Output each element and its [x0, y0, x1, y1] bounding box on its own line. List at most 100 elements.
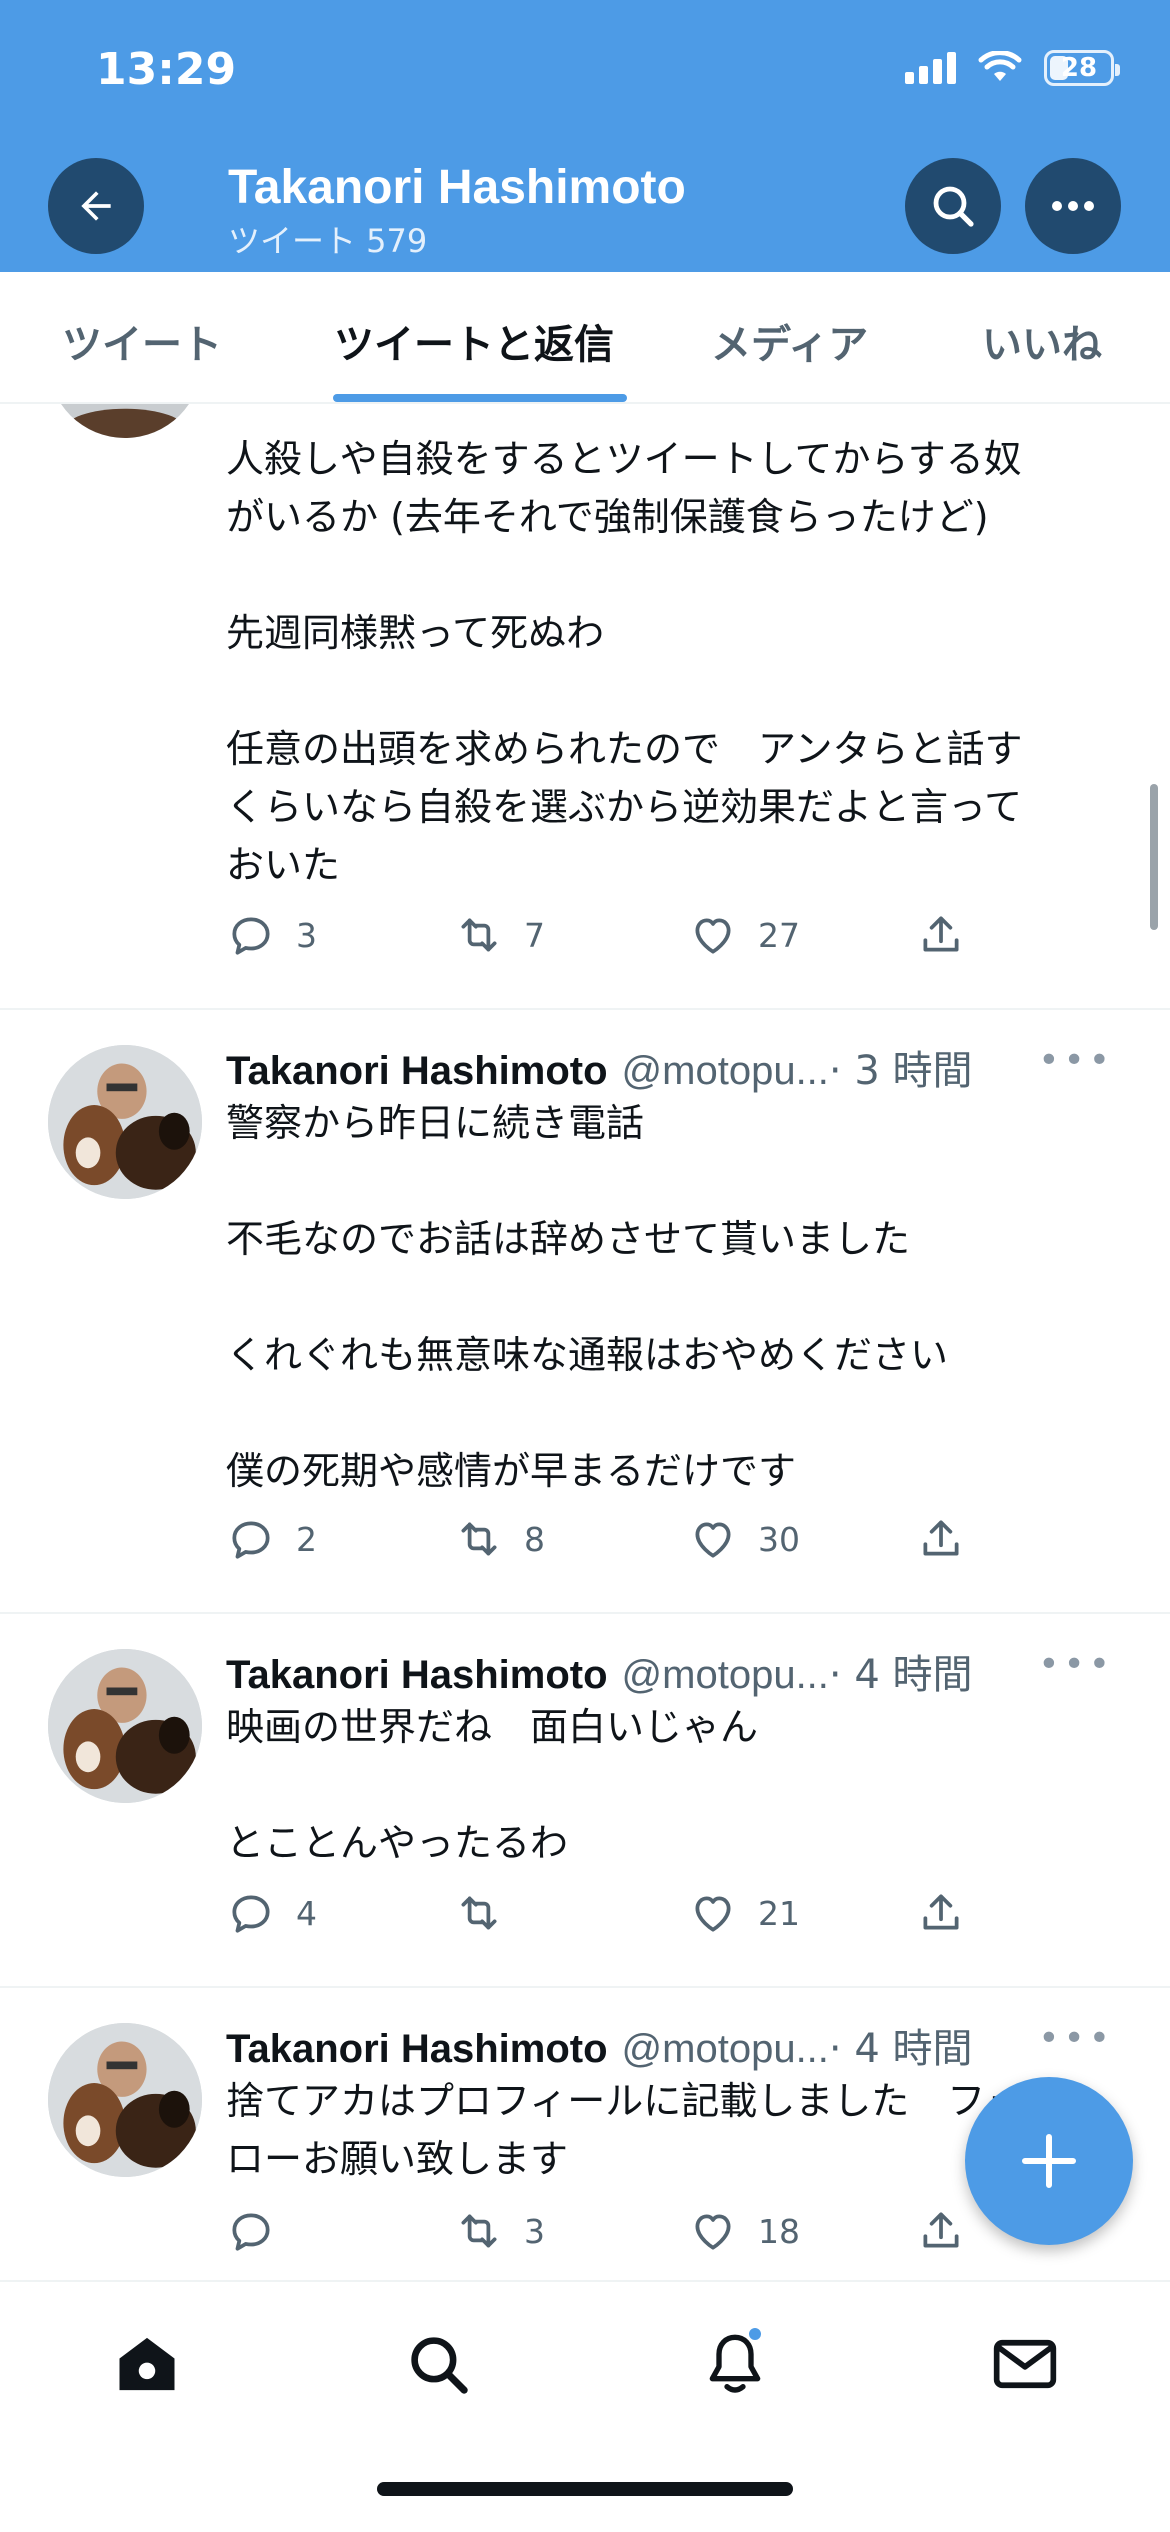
share-button[interactable]: [916, 1514, 966, 1564]
compose-tweet-button[interactable]: [965, 2077, 1133, 2245]
search-button[interactable]: [905, 158, 1001, 254]
profile-name: Takanori Hashimoto: [228, 161, 686, 214]
battery-percentage: 28: [1060, 53, 1098, 83]
reply-button[interactable]: [226, 2206, 296, 2256]
share-icon: [923, 1520, 959, 1556]
tweet-text: 映画の世界だね 面白いじゃん とことんやったるわ: [226, 1705, 759, 1865]
profile-tabs: ツイート ツイートと返信 メディア いいね: [0, 272, 1170, 404]
author-handle[interactable]: @motopu...: [622, 2027, 829, 2072]
retweet-button[interactable]: 8: [454, 1514, 545, 1564]
reply-button[interactable]: 2: [226, 1514, 317, 1564]
profile-header: 13:29 28 Takanori Hashimoto ツイート 579: [0, 0, 1170, 272]
battery-icon: 28: [1044, 50, 1120, 86]
tab-tweets-and-replies[interactable]: ツイートと返信: [334, 312, 614, 370]
back-button[interactable]: [48, 158, 144, 254]
reply-button[interactable]: 4: [226, 1888, 317, 1938]
scrollbar[interactable]: [1150, 784, 1158, 930]
tweet-time: · 4 時間: [828, 1652, 973, 1698]
reply-button[interactable]: 3: [226, 910, 317, 960]
retweet-icon: [461, 918, 497, 952]
share-button[interactable]: [916, 2206, 966, 2256]
mail-icon: [993, 2339, 1057, 2389]
divider: [0, 1986, 1170, 1988]
retweet-button[interactable]: 7: [454, 910, 545, 960]
like-button[interactable]: 21: [688, 1888, 800, 1938]
heart-icon: [695, 1522, 731, 1558]
tweet-time: · 3 時間: [828, 1048, 973, 1094]
tab-tweets[interactable]: ツイート: [62, 312, 222, 370]
author-name[interactable]: Takanori Hashimoto: [226, 1653, 608, 1698]
tweet-time: · 4 時間: [828, 2026, 973, 2072]
retweet-button[interactable]: 3: [454, 2206, 545, 2256]
retweet-icon: [461, 1896, 497, 1930]
tweet-text: 人殺しや自殺をするとツイートしてからする奴 がいるか (去年それで強制保護食らっ…: [226, 437, 1023, 887]
share-icon: [923, 916, 959, 952]
author-handle[interactable]: @motopu...: [622, 1049, 829, 1094]
retweet-count: 7: [524, 915, 545, 955]
notification-badge: [747, 2326, 763, 2342]
tweet-header: Takanori Hashimoto @motopu... · 4 時間: [226, 1642, 973, 1700]
reply-icon: [232, 2213, 270, 2251]
divider: [0, 1612, 1170, 1614]
home-icon: [119, 2337, 175, 2391]
active-tab-indicator: [333, 394, 627, 402]
avatar[interactable]: [48, 2023, 202, 2177]
like-count: 30: [758, 1519, 800, 1559]
home-indicator[interactable]: [377, 2482, 793, 2496]
status-icons: 28: [905, 50, 1120, 86]
tab-media[interactable]: メディア: [711, 312, 868, 370]
share-icon: [923, 1894, 959, 1930]
more-options-button[interactable]: [1025, 158, 1121, 254]
tweet-more-button[interactable]: •••: [1038, 2018, 1114, 2059]
reply-count: 2: [296, 1519, 317, 1559]
heart-icon: [695, 918, 731, 954]
divider: [0, 1008, 1170, 1010]
author-handle[interactable]: @motopu...: [622, 1653, 829, 1698]
status-time: 13:29: [96, 44, 237, 95]
tweet-text: 警察から昨日に続き電話 不毛なのでお話は辞めさせて貰いました くれぐれも無意味な…: [226, 1101, 949, 1493]
nav-notifications[interactable]: [695, 2324, 775, 2404]
nav-home[interactable]: [107, 2324, 187, 2404]
like-button[interactable]: 18: [688, 2206, 800, 2256]
like-count: 27: [758, 915, 800, 955]
avatar[interactable]: [48, 404, 202, 438]
share-button[interactable]: [916, 1888, 966, 1938]
retweet-count: 8: [524, 1519, 545, 1559]
retweet-icon: [461, 1522, 497, 1556]
tweet-count: ツイート 579: [228, 222, 428, 260]
wifi-icon: [978, 51, 1022, 81]
nav-messages[interactable]: [985, 2324, 1065, 2404]
nav-search[interactable]: [398, 2324, 478, 2404]
retweet-icon: [461, 2214, 497, 2248]
like-count: 21: [758, 1893, 800, 1933]
search-icon: [411, 2337, 468, 2394]
reply-icon: [232, 1521, 270, 1559]
share-icon: [923, 2212, 959, 2248]
tweet-more-button[interactable]: •••: [1038, 1040, 1114, 1081]
author-name[interactable]: Takanori Hashimoto: [226, 2027, 608, 2072]
reply-count: 3: [296, 915, 317, 955]
search-icon: [933, 186, 974, 227]
tweet-actions: 3 18: [226, 2206, 986, 2266]
more-icon: [1052, 201, 1094, 211]
reply-icon: [232, 917, 270, 955]
like-button[interactable]: 27: [688, 910, 800, 960]
tab-likes[interactable]: いいね: [982, 312, 1102, 370]
avatar[interactable]: [48, 1045, 202, 1199]
heart-icon: [695, 1896, 731, 1932]
retweet-button[interactable]: [454, 1888, 524, 1938]
tweet-actions: 4 21: [226, 1888, 986, 1948]
tweet-actions: 2 8 30: [226, 1514, 986, 1574]
tweet-more-button[interactable]: •••: [1038, 1644, 1114, 1685]
avatar[interactable]: [48, 1649, 202, 1803]
back-arrow-icon: [81, 191, 111, 221]
retweet-count: 3: [524, 2211, 545, 2251]
reply-icon: [232, 1895, 270, 1933]
cellular-signal-icon: [905, 52, 956, 84]
compose-plus-icon: [1022, 2134, 1076, 2188]
author-name[interactable]: Takanori Hashimoto: [226, 1049, 608, 1094]
like-button[interactable]: 30: [688, 1514, 800, 1564]
tweet-feed[interactable]: 人殺しや自殺をするとツイートしてからする奴 がいるか (去年それで強制保護食らっ…: [0, 404, 1170, 2280]
share-button[interactable]: [916, 910, 966, 960]
tweet-header: Takanori Hashimoto @motopu... · 4 時間: [226, 2016, 973, 2074]
